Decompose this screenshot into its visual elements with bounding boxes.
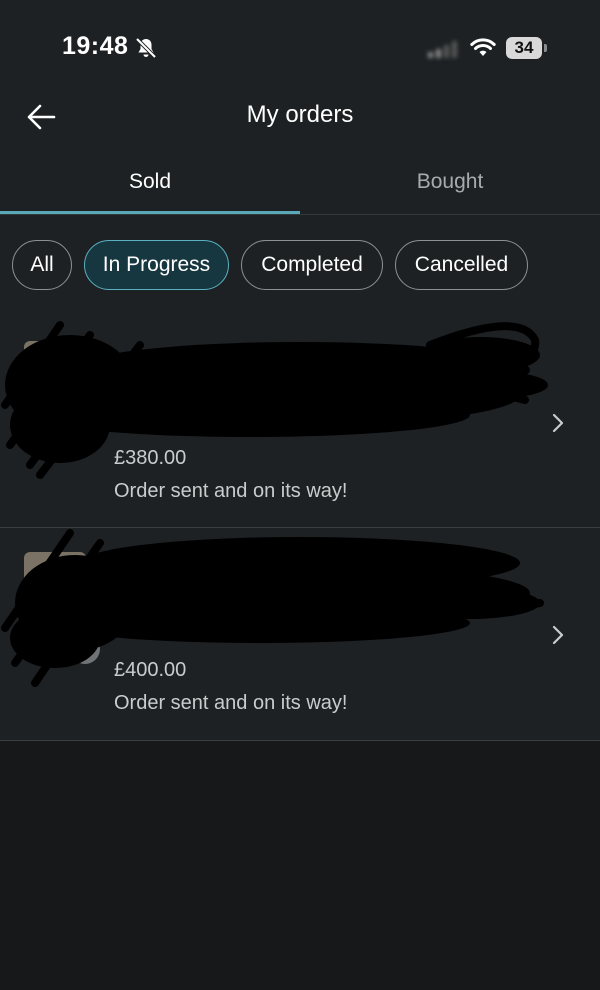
battery-icon: 34 [506, 37, 542, 59]
signal-icon [428, 41, 457, 58]
filter-chip-cancelled[interactable]: Cancelled [395, 240, 528, 290]
order-status: Order sent and on its way! [114, 480, 348, 502]
wifi-icon [470, 38, 496, 56]
tab-sold[interactable]: Sold [0, 170, 300, 194]
row-divider [0, 740, 600, 741]
tab-bought[interactable]: Bought [300, 170, 600, 194]
redaction-scribble [1, 321, 548, 479]
chevron-right-icon [552, 413, 564, 433]
order-price: £400.00 [114, 659, 187, 681]
filter-chip-all[interactable]: All [12, 240, 72, 290]
order-row[interactable]: £400.00 Order sent and on its way! [0, 528, 600, 740]
tabs-divider [0, 214, 600, 215]
order-status: Order sent and on its way! [114, 692, 348, 714]
chevron-right-icon [552, 625, 564, 645]
battery-tip [544, 44, 547, 52]
redaction-scribble [1, 529, 544, 687]
page-title: My orders [246, 101, 354, 128]
app-screen: 19:48 34 My orders Sold Bought All In Pr… [0, 0, 600, 990]
status-time: 19:48 [62, 32, 129, 60]
status-bar: 19:48 34 [0, 0, 600, 96]
bell-muted-icon [135, 37, 157, 59]
order-price: £380.00 [114, 447, 187, 469]
order-row[interactable]: £380.00 Order sent and on its way! [0, 315, 600, 527]
filter-chip-completed[interactable]: Completed [241, 240, 383, 290]
filter-chip-in-progress[interactable]: In Progress [84, 240, 229, 290]
